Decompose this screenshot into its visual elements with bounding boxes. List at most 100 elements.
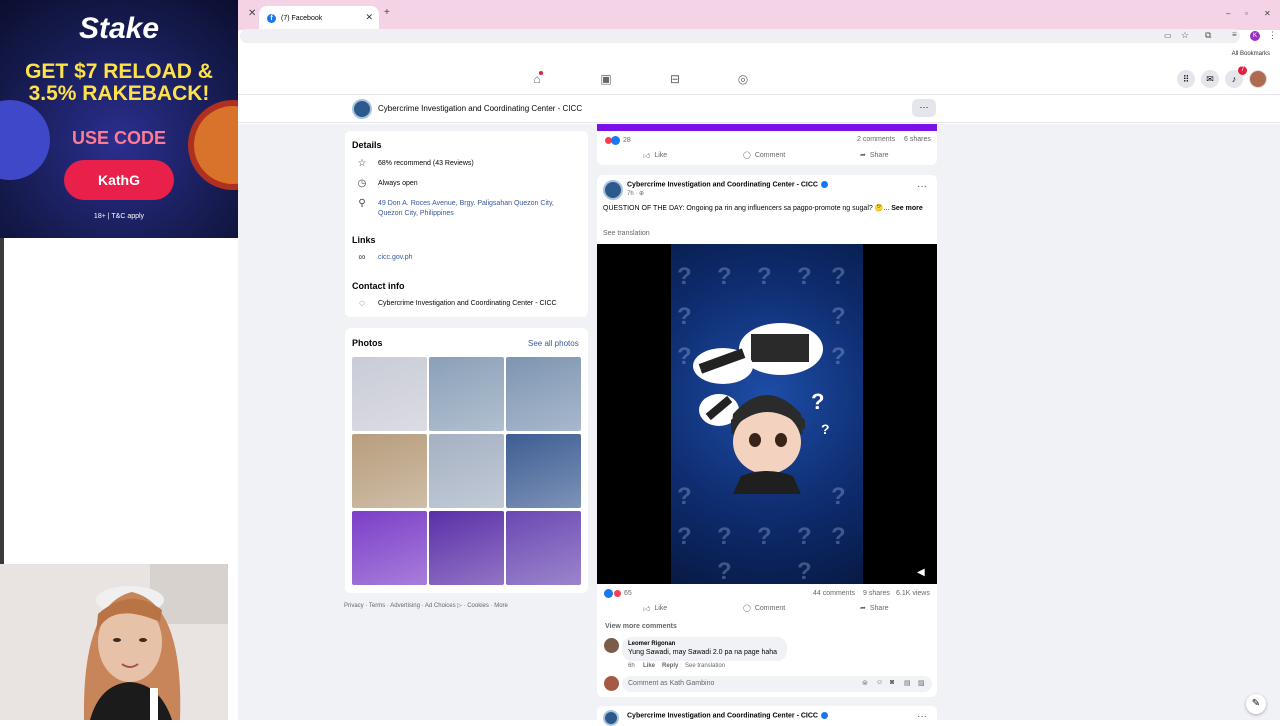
- share-button[interactable]: ➦ Share: [860, 151, 889, 160]
- contact-name[interactable]: Cybercrime Investigation and Coordinatin…: [378, 300, 557, 307]
- share-count[interactable]: 9 shares: [863, 590, 890, 597]
- thumbs-up-icon: 👍︎: [643, 153, 651, 160]
- love-reaction-icon: [613, 589, 622, 598]
- minimize-icon[interactable]: –: [1226, 9, 1230, 18]
- post-timestamp[interactable]: 7h · ⊕: [627, 190, 644, 197]
- cast-icon[interactable]: ▭: [1164, 31, 1172, 40]
- svg-text:?: ?: [677, 523, 692, 550]
- commenter-name[interactable]: Leomer Rigonan: [628, 641, 675, 647]
- like-button[interactable]: 👍︎ Like: [643, 151, 667, 160]
- address-line-2[interactable]: Quezon City, Philippines: [378, 210, 454, 217]
- video-icon[interactable]: ▣: [599, 72, 613, 86]
- bookmark-star-icon[interactable]: ☆: [1181, 30, 1189, 41]
- photo-thumbnail[interactable]: [352, 357, 427, 431]
- svg-text:?: ?: [831, 483, 846, 510]
- new-message-button[interactable]: ✎: [1246, 694, 1266, 714]
- groups-icon[interactable]: ◎: [736, 72, 750, 86]
- thumbs-up-icon: 👍︎: [643, 606, 651, 613]
- sticker-icon[interactable]: ⊜: [862, 679, 868, 687]
- photo-thumbnail[interactable]: [506, 434, 581, 508]
- ad-headline-1: GET $7 RELOAD &: [25, 60, 213, 83]
- see-all-photos-link[interactable]: See all photos: [528, 339, 579, 348]
- verified-badge-icon: [820, 181, 828, 188]
- photo-thumbnail[interactable]: [429, 511, 504, 585]
- comment-age[interactable]: 6h: [628, 663, 635, 669]
- browser-menu-icon[interactable]: ⋮: [1268, 30, 1277, 41]
- commenter-avatar[interactable]: [604, 638, 619, 653]
- media-icon[interactable]: ≡: [1232, 30, 1237, 39]
- ad-use-code: USE CODE: [71, 128, 167, 148]
- video-frame[interactable]: ????? ?? ?? ?? ????? ?? ? ?: [671, 244, 863, 584]
- messenger-contact-icon: ◌: [359, 298, 365, 309]
- comment-count[interactable]: 2 comments: [857, 136, 895, 143]
- page-title[interactable]: Cybercrime Investigation and Coordinatin…: [378, 104, 582, 113]
- share-arrow-icon: ➦: [860, 152, 866, 159]
- post-image-banner: [597, 124, 937, 131]
- url-field[interactable]: [240, 29, 1240, 43]
- messenger-icon[interactable]: ✉: [1201, 70, 1219, 88]
- ad-brand-logo: Stake: [78, 12, 160, 45]
- avatar-sticker-icon[interactable]: ▨: [918, 679, 925, 687]
- post-options-icon[interactable]: ···: [917, 181, 927, 192]
- stake-ad-overlay[interactable]: Stake GET $7 RELOAD & 3.5% RAKEBACK! USE…: [0, 0, 238, 238]
- verified-badge-icon: [820, 712, 828, 719]
- photo-thumbnail[interactable]: [429, 357, 504, 431]
- browser-tab[interactable]: f (7) Facebook ✕: [259, 6, 379, 30]
- post-author-name[interactable]: Cybercrime Investigation and Coordinatin…: [627, 181, 828, 188]
- comment-button[interactable]: ◯ Comment: [743, 604, 785, 613]
- post-author-text: Cybercrime Investigation and Coordinatin…: [627, 181, 818, 189]
- tab-close-icon[interactable]: ✕: [365, 12, 373, 23]
- photo-thumbnail[interactable]: [352, 434, 427, 508]
- post-author-avatar[interactable]: [603, 710, 619, 726]
- ad-code-button[interactable]: KathG: [64, 160, 174, 200]
- share-button[interactable]: ➦ Share: [860, 604, 889, 613]
- reaction-summary[interactable]: 28: [604, 136, 631, 145]
- post-options-icon[interactable]: ···: [917, 711, 927, 722]
- volume-icon[interactable]: ◀: [917, 567, 925, 578]
- share-arrow-icon: ➦: [860, 605, 866, 612]
- menu-grid-icon[interactable]: ⠿: [1177, 70, 1195, 88]
- see-translation-link[interactable]: See translation: [603, 230, 650, 237]
- reaction-summary[interactable]: 65: [604, 589, 632, 598]
- comment-translation-link[interactable]: See translation: [685, 663, 725, 669]
- comment-count[interactable]: 44 comments: [813, 590, 855, 597]
- window-close-icon[interactable]: ✕: [1264, 9, 1271, 18]
- contact-info-heading: Contact info: [352, 281, 405, 291]
- share-count[interactable]: 6 shares: [904, 136, 931, 143]
- photo-thumbnail[interactable]: [429, 434, 504, 508]
- page-more-button[interactable]: ···: [912, 99, 936, 117]
- address-line-1[interactable]: 49 Don A. Roces Avenue, Brgy. Paligsahan…: [378, 200, 554, 207]
- profile-avatar-icon[interactable]: K: [1250, 31, 1260, 41]
- svg-text:?: ?: [677, 303, 692, 330]
- photo-thumbnail[interactable]: [352, 511, 427, 585]
- user-avatar[interactable]: [1249, 70, 1267, 88]
- svg-text:?: ?: [677, 343, 692, 370]
- share-label: Share: [869, 151, 889, 159]
- comment-like-button[interactable]: Like: [643, 663, 655, 669]
- page-avatar[interactable]: [352, 99, 372, 119]
- camera-icon[interactable]: ◙: [890, 679, 894, 686]
- post-author-avatar[interactable]: [603, 180, 623, 200]
- photo-thumbnail[interactable]: [506, 511, 581, 585]
- link-icon: ∞: [358, 252, 366, 263]
- new-tab-button[interactable]: +: [384, 7, 390, 18]
- all-bookmarks-link[interactable]: All Bookmarks: [1232, 51, 1270, 57]
- post-author-name[interactable]: Cybercrime Investigation and Coordinatin…: [627, 712, 828, 719]
- photo-thumbnail[interactable]: [506, 357, 581, 431]
- gif-icon[interactable]: ▤: [904, 679, 911, 687]
- view-more-comments-link[interactable]: View more comments: [605, 623, 677, 630]
- website-link[interactable]: cicc.gov.ph: [378, 254, 413, 261]
- emoji-icon[interactable]: ☺: [876, 679, 883, 686]
- marketplace-icon[interactable]: ⊟: [668, 72, 682, 86]
- comment-button[interactable]: ◯ Comment: [743, 151, 785, 160]
- close-window-icon[interactable]: ✕: [248, 8, 256, 19]
- like-label: Like: [654, 605, 668, 612]
- view-count: 6.1K views: [896, 590, 930, 597]
- svg-text:?: ?: [757, 523, 772, 550]
- maximize-icon[interactable]: ▫: [1245, 9, 1248, 18]
- footer-links[interactable]: Privacy · Terms · Advertising · Ad Choic…: [344, 602, 508, 609]
- see-more-link[interactable]: See more: [891, 205, 923, 212]
- comment-reply-button[interactable]: Reply: [662, 663, 678, 669]
- extensions-icon[interactable]: ⧉: [1205, 30, 1211, 41]
- like-button[interactable]: 👍︎ Like: [643, 604, 667, 613]
